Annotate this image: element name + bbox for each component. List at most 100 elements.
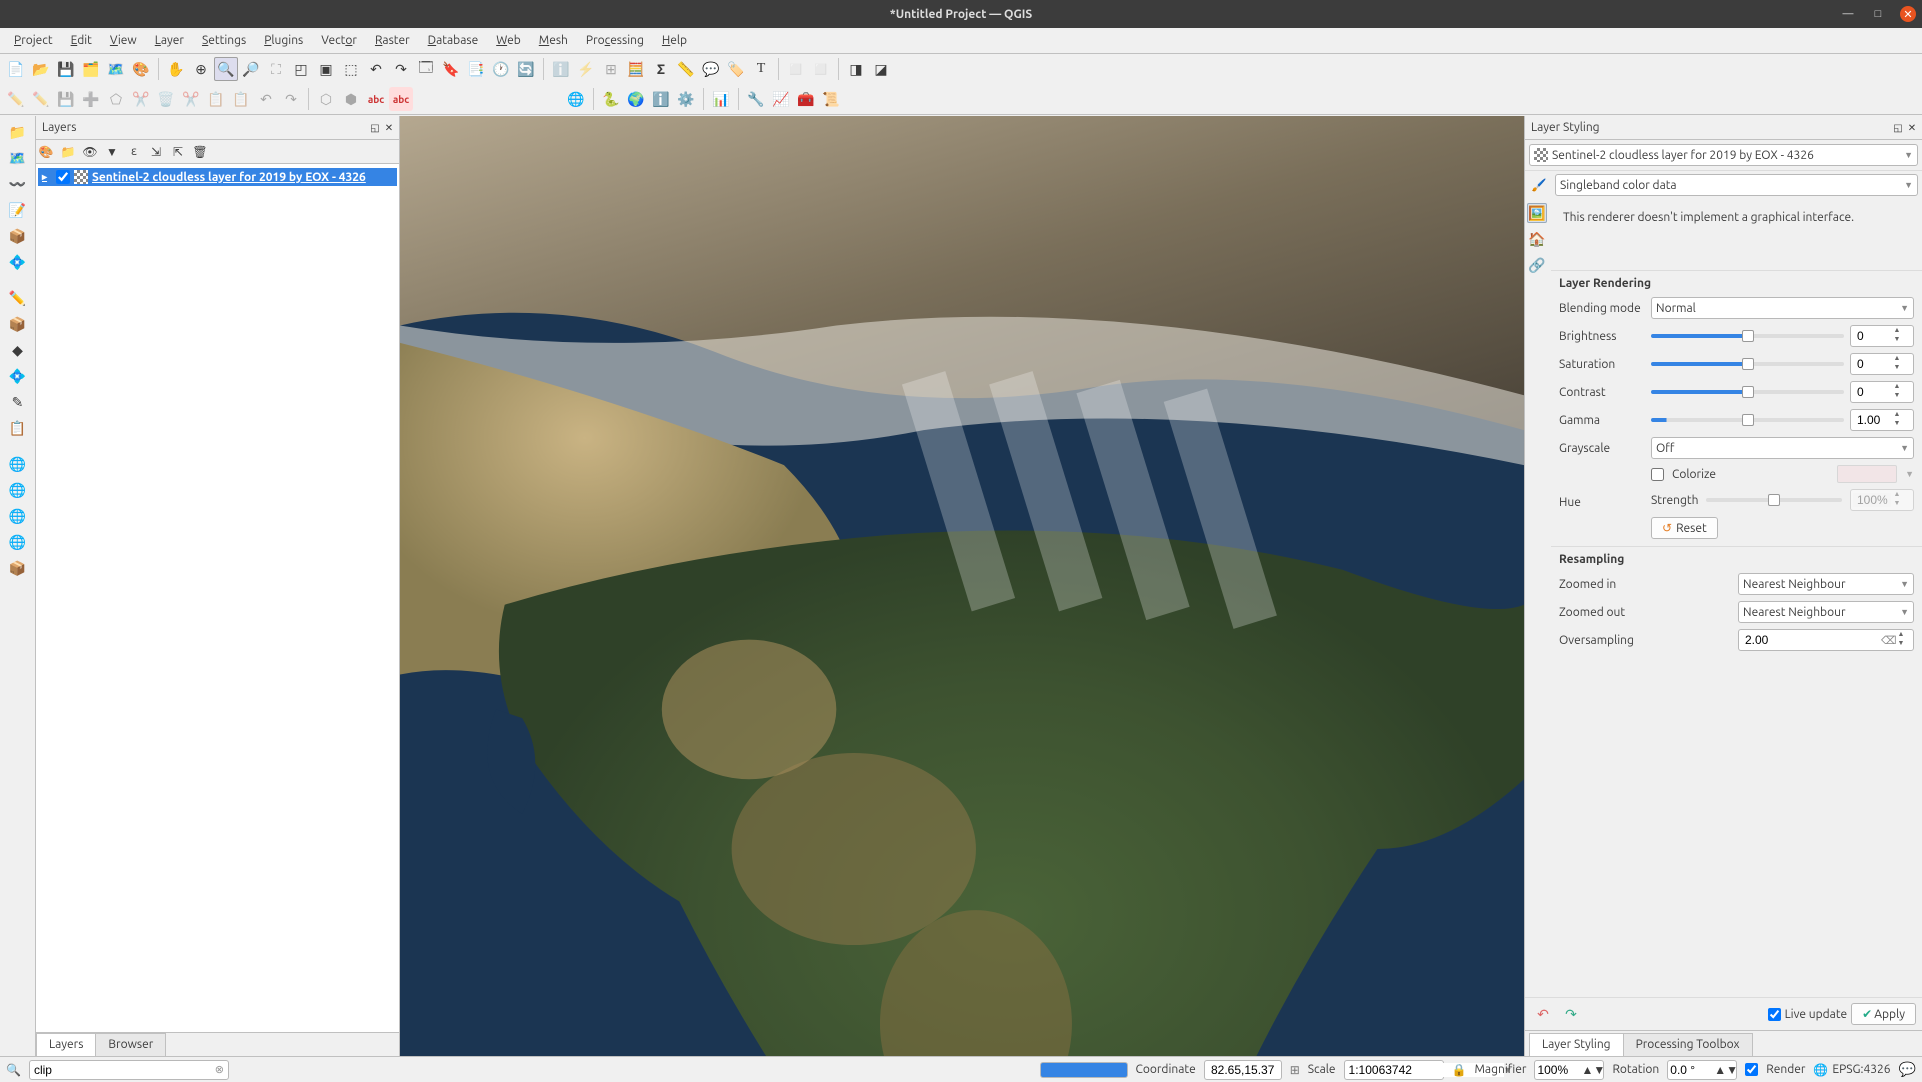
processing-results-button[interactable]: 📈 [769,87,793,111]
maptips-button[interactable]: 💬 [699,57,723,81]
zoom-last-button[interactable]: ↶ [364,57,388,81]
add-wcs-button[interactable]: 🌐 [6,478,30,502]
remove-layer-icon[interactable]: 🗑 [192,144,208,160]
menu-project[interactable]: Project [6,31,61,50]
new-shapefile-button[interactable]: ◆ [6,338,30,362]
expression-icon[interactable]: ε [126,144,142,160]
oversampling-spinbox[interactable]: ⌫ ▲▼ [1738,629,1914,651]
crs-button[interactable]: 🌐EPSG:4326 [1813,1063,1890,1077]
brightness-spinbox[interactable]: ▲▼ [1850,325,1914,347]
render-checkbox[interactable] [1745,1063,1758,1076]
menu-raster[interactable]: Raster [367,31,418,50]
add-gpkg-button[interactable]: 📦 [6,224,30,248]
new-virtual-button[interactable]: ✎ [6,390,30,414]
map-canvas[interactable] [400,116,1524,1056]
style-icon[interactable]: 🎨 [38,144,54,160]
render-type-combo[interactable]: Singleband color data ▼ [1555,174,1918,196]
python-console-button[interactable]: 🐍 [599,87,623,111]
annotations-button[interactable]: 🏷️ [724,57,748,81]
saturation-slider[interactable] [1651,362,1844,366]
tab-browser[interactable]: Browser [95,1033,166,1056]
rotation-spinbox[interactable]: ▲▼ [1667,1060,1737,1080]
magnifier-spinbox[interactable]: ▲▼ [1534,1060,1604,1080]
clear-search-icon[interactable]: ⊗ [215,1063,224,1076]
pan-button[interactable]: ✋ [164,57,188,81]
panel-undock-button[interactable]: ◱ [369,122,381,134]
brightness-slider[interactable] [1651,334,1844,338]
styling-close-button[interactable]: ✕ [1906,122,1918,134]
minimize-button[interactable]: — [1840,6,1856,22]
maximize-button[interactable]: □ [1870,6,1886,22]
layout-manager-button[interactable]: 🗺️ [104,57,128,81]
colorize-checkbox[interactable] [1651,468,1664,481]
processing-model-button[interactable]: 🔧 [744,87,768,111]
symbology-tab-icon[interactable]: 🖼️ [1527,203,1547,223]
scale-combo[interactable]: ▼ [1344,1060,1444,1080]
add-vector-button[interactable]: 📁 [6,120,30,144]
new-scratch-button[interactable]: 📋 [6,416,30,440]
plugin-button[interactable]: ⚙️ [674,87,698,111]
expand-icon[interactable]: ⇲ [148,144,164,160]
select-button[interactable]: ◻️ [784,57,808,81]
gamma-spinbox[interactable]: ▲▼ [1850,409,1914,431]
select-value-button[interactable]: ◨ [844,57,868,81]
menu-layer[interactable]: Layer [147,31,192,50]
layer-tree[interactable]: ▸ Sentinel-2 cloudless layer for 2019 by… [36,164,399,1032]
zoom-layer-button[interactable]: ▣ [314,57,338,81]
add-afs-button[interactable]: 🌐 [6,530,30,554]
saturation-spinbox[interactable]: ▲▼ [1850,353,1914,375]
save-project-button[interactable]: 💾 [54,57,78,81]
georeferencer-button[interactable]: 📊 [709,87,733,111]
zoom-in-button[interactable]: 🔍 [214,57,238,81]
add-group-icon[interactable]: 📁 [60,144,76,160]
menu-help[interactable]: Help [654,31,695,50]
label-abc2-icon[interactable]: abc [389,87,413,111]
metasearch-button[interactable]: 🌍 [624,87,648,111]
zoom-next-button[interactable]: ↷ [389,57,413,81]
coordinate-input[interactable] [1204,1060,1282,1080]
reset-button[interactable]: ↺Reset [1651,517,1718,539]
new-map-view-button[interactable]: 🗔 [414,57,438,81]
styling-undock-button[interactable]: ◱ [1892,122,1904,134]
layer-expand-icon[interactable]: ▸ [42,171,52,183]
menu-view[interactable]: View [102,31,145,50]
undo-styling-button[interactable]: ↶ [1531,1002,1555,1026]
qms-search-button[interactable]: 🌐 [564,87,588,111]
transparency-tab-icon[interactable]: 🏠 [1527,229,1547,249]
add-spatialite-button[interactable]: 💠 [6,250,30,274]
menu-processing[interactable]: Processing [578,31,652,50]
save-as-button[interactable]: 🗂️ [79,57,103,81]
style-manager-button[interactable]: 🎨 [129,57,153,81]
bookmarks-button[interactable]: 📑 [464,57,488,81]
identify-features-button[interactable]: ℹ️ [649,87,673,111]
refresh-button[interactable]: 🔄 [514,57,538,81]
menu-mesh[interactable]: Mesh [531,31,576,50]
menu-vector[interactable]: Vector [313,31,365,50]
visibility-icon[interactable]: 👁 [82,144,98,160]
colorize-color-swatch[interactable] [1837,465,1897,483]
identify-button[interactable]: ℹ️ [549,57,573,81]
menu-plugins[interactable]: Plugins [256,31,311,50]
grayscale-combo[interactable]: Off▼ [1651,437,1914,459]
zoomed-out-combo[interactable]: Nearest Neighbour▼ [1738,601,1914,623]
scale-lock-icon[interactable]: 🔒 [1452,1063,1467,1077]
new-project-button[interactable]: 📄 [4,57,28,81]
layer-selector-combo[interactable]: Sentinel-2 cloudless layer for 2019 by E… [1529,144,1918,166]
live-update-checkbox[interactable] [1768,1008,1781,1021]
menu-web[interactable]: Web [488,31,529,50]
menu-database[interactable]: Database [420,31,487,50]
new-gpkg-button[interactable]: 📦 [6,312,30,336]
text-annotation-button[interactable]: T [749,57,773,81]
menu-settings[interactable]: Settings [194,31,254,50]
add-wms-button[interactable]: 🌐 [6,452,30,476]
tab-processing-toolbox[interactable]: Processing Toolbox [1623,1033,1753,1056]
select-location-button[interactable]: ◪ [869,57,893,81]
new-vector-button[interactable]: ✏️ [6,286,30,310]
contrast-slider[interactable] [1651,390,1844,394]
field-calc-button[interactable]: 🧮 [624,57,648,81]
zoom-out-button[interactable]: 🔎 [239,57,263,81]
layer-item[interactable]: ▸ Sentinel-2 cloudless layer for 2019 by… [38,168,397,186]
contrast-spinbox[interactable]: ▲▼ [1850,381,1914,403]
measure-button[interactable]: 📏 [674,57,698,81]
add-raster-button[interactable]: 🗺️ [6,146,30,170]
